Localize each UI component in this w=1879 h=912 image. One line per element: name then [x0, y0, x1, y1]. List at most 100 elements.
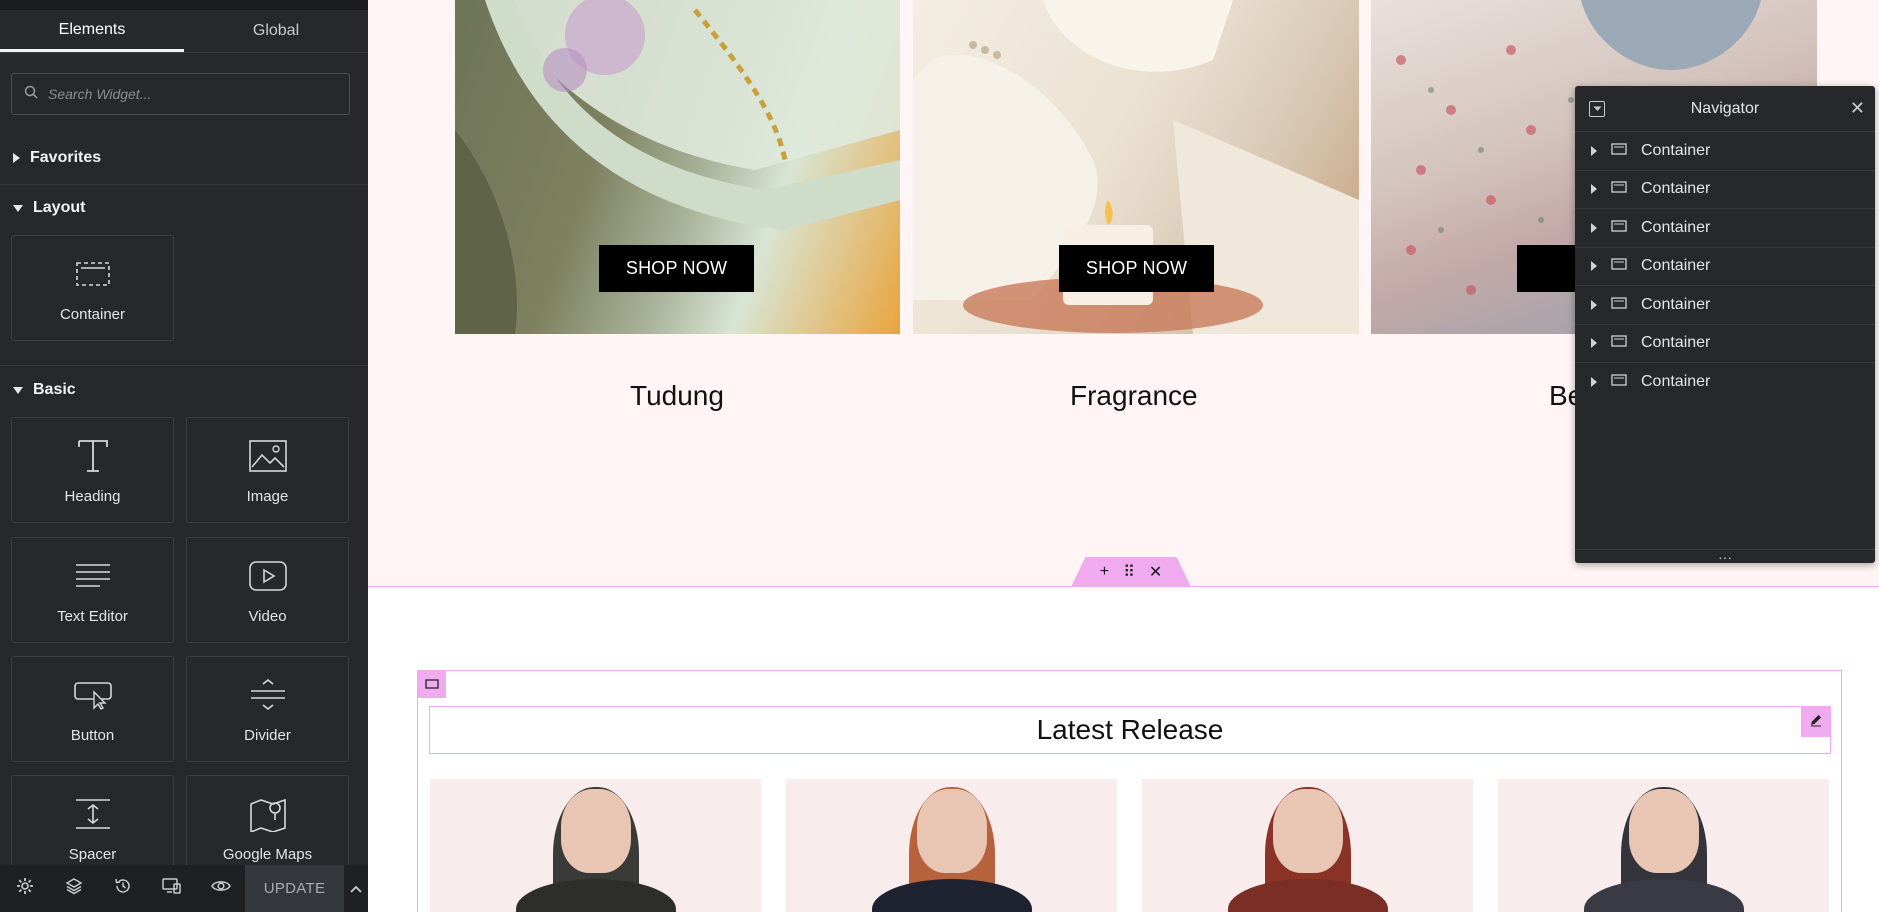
product-image-face [1628, 789, 1699, 873]
delete-section-icon[interactable]: ✕ [1149, 562, 1162, 582]
update-button[interactable]: UPDATE [245, 865, 344, 912]
navigator-item-label: Container [1641, 180, 1711, 198]
navigator-item[interactable]: Container [1575, 209, 1875, 248]
navigator-resize-handle[interactable]: ··· [1575, 549, 1875, 565]
caret-right-icon [1591, 184, 1597, 195]
navigator-item[interactable]: Container [1575, 363, 1875, 402]
navigator-item[interactable]: Container [1575, 286, 1875, 325]
settings-button[interactable] [0, 865, 49, 912]
product-card[interactable] [1498, 779, 1829, 912]
navigator-item-label: Container [1641, 218, 1711, 236]
tab-elements[interactable]: Elements [0, 10, 184, 52]
responsive-mode-button[interactable] [147, 865, 196, 912]
heading-icon [71, 436, 115, 476]
category-basic[interactable]: Basic [0, 368, 368, 412]
widget-heading[interactable]: Heading [11, 417, 174, 523]
caret-down-icon [1593, 106, 1601, 111]
expand-all-button[interactable] [1589, 101, 1605, 117]
navigator-item-label: Container [1641, 295, 1711, 313]
latest-release-heading-widget[interactable]: Latest Release [429, 706, 1831, 754]
responsive-icon [161, 877, 182, 900]
widget-label: Text Editor [57, 608, 128, 625]
panel-tabs: Elements Global [0, 10, 368, 53]
panel-top-strip [0, 0, 368, 10]
widget-label: Video [248, 608, 287, 625]
caret-down-icon [13, 204, 23, 212]
panel-divider [0, 184, 368, 185]
gear-icon [16, 877, 34, 900]
preview-button[interactable] [196, 865, 245, 912]
product-image-face [916, 789, 987, 873]
widget-label: Google Maps [222, 846, 313, 863]
save-options-button[interactable] [344, 880, 368, 898]
search-widget-field[interactable] [11, 73, 350, 115]
navigator-item[interactable]: Container [1575, 171, 1875, 209]
container-handle[interactable] [417, 671, 446, 698]
caret-down-icon [13, 386, 23, 394]
panel-divider [0, 365, 368, 366]
chevron-up-icon [350, 880, 362, 898]
widget-image[interactable]: Image [186, 417, 349, 523]
shop-now-button[interactable]: SHOP NOW [599, 245, 754, 292]
category-basic-label: Basic [33, 381, 76, 398]
category-image-tudung[interactable]: SHOP NOW [455, 0, 900, 334]
tab-global[interactable]: Global [184, 10, 368, 52]
container-icon [1611, 296, 1627, 314]
navigator-item[interactable]: Container [1575, 325, 1875, 363]
eye-icon [210, 879, 231, 898]
product-image-body [871, 879, 1032, 912]
navigator-header[interactable]: Navigator ✕ [1575, 86, 1875, 132]
widget-text-editor[interactable]: Text Editor [11, 537, 174, 643]
widget-video[interactable]: Video [186, 537, 349, 643]
navigator-tree: Container Container Container Container … [1575, 132, 1875, 402]
container-icon [1611, 373, 1627, 391]
product-image-body [1583, 879, 1744, 912]
category-layout[interactable]: Layout [0, 186, 368, 230]
video-icon [246, 556, 290, 596]
navigator-button[interactable] [49, 865, 98, 912]
spacer-icon [71, 794, 115, 834]
category-title: Tudung [630, 380, 724, 411]
caret-right-icon [1591, 222, 1597, 233]
container-icon [424, 676, 439, 694]
layers-icon [64, 877, 83, 900]
navigator-item-label: Container [1641, 141, 1711, 159]
add-section-icon[interactable]: + [1100, 563, 1109, 581]
shop-now-button[interactable]: SHOP NOW [1059, 245, 1214, 292]
caret-right-icon [13, 153, 20, 163]
section-handle: + ⠿ ✕ [1071, 557, 1191, 587]
navigator-item[interactable]: Container [1575, 132, 1875, 171]
search-widget-input[interactable] [48, 86, 338, 102]
navigator-item[interactable]: Container [1575, 248, 1875, 286]
navigator-item-label: Container [1641, 334, 1711, 352]
container-icon [1611, 334, 1627, 352]
product-card[interactable] [1142, 779, 1473, 912]
widget-label: Heading [64, 488, 121, 505]
widget-label: Image [246, 488, 289, 505]
search-icon [24, 85, 38, 104]
history-button[interactable] [98, 865, 147, 912]
category-favorites[interactable]: Favorites [0, 136, 368, 180]
close-icon[interactable]: ✕ [1850, 98, 1865, 119]
panel-footer: UPDATE [0, 865, 368, 912]
text-editor-icon [71, 556, 115, 596]
pencil-icon [1809, 713, 1823, 732]
product-card[interactable] [430, 779, 761, 912]
navigator-item-label: Container [1641, 257, 1711, 275]
category-favorites-label: Favorites [30, 149, 102, 166]
caret-right-icon [1591, 261, 1597, 272]
widget-container[interactable]: Container [11, 235, 174, 341]
product-image-body [515, 879, 676, 912]
caret-right-icon [1591, 299, 1597, 310]
navigator-item-label: Container [1641, 373, 1711, 391]
drag-handle-icon[interactable]: ⠿ [1123, 562, 1135, 582]
edit-widget-button[interactable] [1801, 707, 1831, 737]
caret-right-icon [1591, 377, 1597, 388]
product-image-face [1272, 789, 1343, 873]
container-icon [71, 254, 115, 294]
product-card[interactable] [786, 779, 1117, 912]
widget-divider[interactable]: Divider [186, 656, 349, 762]
category-image-fragrance[interactable]: SHOP NOW [913, 0, 1359, 334]
widget-label: Divider [244, 727, 291, 744]
widget-button[interactable]: Button [11, 656, 174, 762]
